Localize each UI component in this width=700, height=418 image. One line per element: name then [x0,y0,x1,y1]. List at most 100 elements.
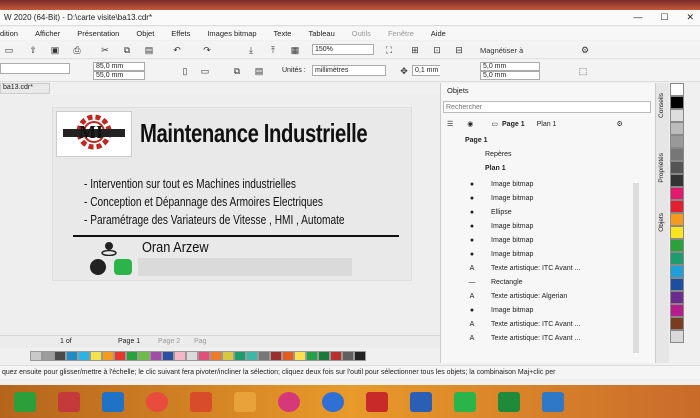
height-field[interactable]: 55,0 mm [93,71,145,80]
tab-objets[interactable]: Objets [658,213,665,232]
palette-swatch[interactable] [670,226,684,239]
taskbar-app-icon-5[interactable] [190,391,212,412]
object-list-item[interactable]: A Texte artistique: ITC Avant ... [441,317,651,331]
options-gear-icon[interactable]: ⚙ [578,43,592,57]
minimize-button[interactable]: — [633,12,642,23]
rulers-icon[interactable]: ⊞ [408,43,422,57]
menu-effets[interactable]: Effets [171,29,190,38]
page-tab-2[interactable]: Page 2 [158,338,180,345]
menu-objet[interactable]: Objet [136,29,154,38]
menu-texte[interactable]: Texte [274,29,292,38]
palette-swatch[interactable] [66,351,78,361]
menu-afficher[interactable]: Afficher [35,29,60,38]
copy-icon[interactable]: ⧉ [120,43,134,57]
panel-scrollbar[interactable] [633,183,639,353]
frame-icon[interactable]: ⬚ [576,64,590,78]
palette-swatch[interactable] [126,351,138,361]
palette-swatch[interactable] [210,351,222,361]
menu-presentation[interactable]: Présentation [77,29,119,38]
object-list-item[interactable]: ● Image bitmap [441,303,651,317]
document-tab[interactable]: ba13.cdr* [0,83,50,94]
taskbar-excel-icon[interactable] [498,391,520,412]
duplicate-x-field[interactable]: 5,0 mm [480,62,540,71]
palette-swatch[interactable] [270,351,282,361]
palette-swatch[interactable] [42,351,54,361]
paste-icon[interactable]: ▤ [142,43,156,57]
palette-swatch[interactable] [222,351,234,361]
palette-swatch[interactable] [670,187,684,200]
close-button[interactable]: ✕ [686,12,694,23]
palette-swatch[interactable] [54,351,66,361]
location-pin-icon[interactable] [100,240,118,257]
palette-swatch[interactable] [670,109,684,122]
save-icon[interactable]: ▣ [48,43,62,57]
palette-swatch[interactable] [150,351,162,361]
all-pages-icon[interactable]: ⧉ [230,64,244,78]
object-list-item[interactable]: ● Image bitmap [441,247,651,261]
palette-swatch[interactable] [354,351,366,361]
taskbar-app-icon-2[interactable] [58,391,80,412]
full-screen-icon[interactable]: ⛶ [382,43,396,57]
card-title[interactable]: Maintenance Industrielle [140,118,368,149]
layers-icon[interactable]: ☰ [447,120,453,128]
import-icon[interactable]: ⤓ [244,43,258,57]
portrait-icon[interactable]: ▯ [178,64,192,78]
width-field[interactable]: 85,0 mm [93,62,145,71]
panel-gear-icon[interactable]: ⚙ [616,120,622,128]
grid-icon[interactable]: ⊡ [430,43,444,57]
tab-conseils[interactable]: Conseils [658,93,665,118]
print-icon[interactable]: ⎙ [70,43,84,57]
palette-swatch[interactable] [294,351,306,361]
menu-fenetre[interactable]: Fenêtre [388,29,414,38]
taskbar-whatsapp-icon[interactable] [454,391,476,412]
open-icon[interactable]: ⇧ [26,43,40,57]
location-text[interactable]: Oran Arzew [142,239,209,256]
logo[interactable]: MI [56,111,132,157]
undo-icon[interactable]: ↶ [170,43,184,57]
menu-edition[interactable]: dition [0,29,18,38]
whatsapp-icon[interactable] [114,259,132,275]
menu-tableau[interactable]: Tableau [308,29,334,38]
new-document-icon[interactable]: ▭ [2,43,16,57]
export-icon[interactable]: ⤒ [266,43,280,57]
snap-to-menu[interactable]: Magnétiser à [480,43,580,57]
landscape-icon[interactable]: ▭ [198,64,212,78]
palette-swatch[interactable] [670,213,684,226]
palette-swatch[interactable] [306,351,318,361]
page-tab-1[interactable]: Page 1 [118,338,140,345]
phone-icon[interactable] [90,259,106,275]
object-list-item[interactable]: A Texte artistique: ITC Avant ... [441,331,651,345]
maximize-button[interactable]: ☐ [660,12,668,23]
current-page-icon[interactable]: ▤ [252,64,266,78]
tree-plan-node[interactable]: Plan 1 [441,161,651,175]
object-list-item[interactable]: A Texte artistique: Algerian [441,289,651,303]
palette-swatch[interactable] [30,351,42,361]
duplicate-y-field[interactable]: 5,0 mm [480,71,540,80]
palette-swatch[interactable] [670,174,684,187]
taskbar-app-icon-1[interactable] [14,391,36,412]
palette-swatch[interactable] [234,351,246,361]
guides-icon[interactable]: ⊟ [452,43,466,57]
object-list-item[interactable]: ● Image bitmap [441,233,651,247]
palette-swatch[interactable] [670,96,684,109]
taskbar-firefox-icon[interactable] [278,391,300,412]
menu-images-bitmap[interactable]: Images bitmap [207,29,256,38]
zoom-select[interactable]: 150% [312,44,374,55]
palette-swatch[interactable] [670,317,684,330]
palette-swatch[interactable] [246,351,258,361]
palette-swatch[interactable] [330,351,342,361]
taskbar-app-icon-13[interactable] [542,391,564,412]
palette-swatch[interactable] [138,351,150,361]
palette-swatch[interactable] [670,122,684,135]
object-list-item[interactable]: ● Ellipse [441,205,651,219]
taskbar-app-icon-6[interactable] [234,391,256,412]
phone-number-field[interactable] [138,258,352,276]
palette-swatch[interactable] [670,200,684,213]
object-list-item[interactable]: ● Image bitmap [441,191,651,205]
taskbar-word-icon[interactable] [410,391,432,412]
palette-swatch[interactable] [198,351,210,361]
palette-swatch[interactable] [342,351,354,361]
palette-swatch[interactable] [90,351,102,361]
palette-swatch[interactable] [670,135,684,148]
taskbar-pdf-icon[interactable] [366,391,388,412]
